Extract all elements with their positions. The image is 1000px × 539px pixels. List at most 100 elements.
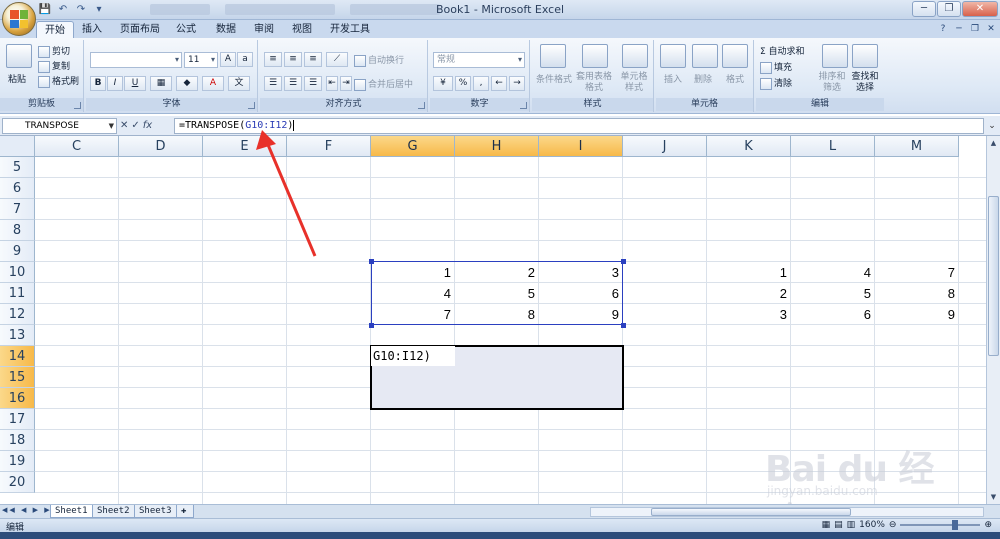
fill-color-icon[interactable]: ◆ (176, 76, 198, 91)
column-header-e[interactable]: E (203, 136, 287, 157)
row-header-11[interactable]: 11 (0, 283, 35, 304)
row-header-8[interactable]: 8 (0, 220, 35, 241)
formula-input[interactable]: =TRANSPOSE(G10:I12) (174, 118, 984, 134)
delete-cells-icon[interactable] (692, 44, 718, 68)
column-header-g[interactable]: G (371, 136, 455, 157)
ribbon-restore-icon[interactable]: ❐ (968, 22, 982, 36)
tab-data[interactable]: 数据 (208, 21, 244, 38)
row-header-5[interactable]: 5 (0, 157, 35, 178)
sort-filter-button[interactable]: 排序和筛选 (818, 72, 846, 94)
row-header-14[interactable]: 14 (0, 346, 35, 367)
grow-font-icon[interactable]: A (220, 52, 236, 67)
column-header-f[interactable]: F (287, 136, 371, 157)
dialog-launcher-icon[interactable] (520, 102, 527, 109)
column-header-k[interactable]: K (707, 136, 791, 157)
tab-formulas[interactable]: 公式 (168, 21, 204, 38)
underline-button[interactable]: U (124, 76, 146, 91)
scroll-down-icon[interactable]: ▼ (988, 491, 999, 503)
number-format-select[interactable]: 常规 (433, 52, 525, 68)
cell-k10[interactable]: 1 (707, 262, 791, 283)
cell-k12[interactable]: 3 (707, 304, 791, 325)
zoom-slider[interactable] (900, 520, 981, 530)
comma-button[interactable]: , (473, 76, 489, 91)
expand-formula-bar-icon[interactable]: ⌄ (986, 118, 998, 134)
copy-button[interactable]: 复制 (38, 59, 70, 73)
column-header-i[interactable]: I (539, 136, 623, 157)
italic-button[interactable]: I (107, 76, 123, 91)
tab-home[interactable]: 开始 (36, 21, 74, 38)
dialog-launcher-icon[interactable] (418, 102, 425, 109)
page-layout-view-icon[interactable]: ▤ (834, 520, 843, 530)
dialog-launcher-icon[interactable] (248, 102, 255, 109)
horizontal-scroll-thumb[interactable] (651, 508, 851, 516)
zoom-slider-knob[interactable] (952, 520, 959, 530)
row-header-20[interactable]: 20 (0, 472, 35, 493)
dialog-launcher-icon[interactable] (74, 102, 81, 109)
align-right-icon[interactable]: ☰ (304, 76, 322, 91)
merge-center-button[interactable]: 合并后居中 (354, 77, 413, 91)
cell-l11[interactable]: 5 (791, 283, 875, 304)
font-color-icon[interactable]: A (202, 76, 224, 91)
sheet-tab-1[interactable]: Sheet1 (50, 505, 93, 518)
conditional-format-icon[interactable] (540, 44, 566, 68)
column-header-l[interactable]: L (791, 136, 875, 157)
row-header-13[interactable]: 13 (0, 325, 35, 346)
conditional-format-button[interactable]: 条件格式 (536, 72, 572, 85)
border-icon[interactable]: ▦ (150, 76, 172, 91)
column-header-d[interactable]: D (119, 136, 203, 157)
cell-m12[interactable]: 9 (875, 304, 959, 325)
row-header-17[interactable]: 17 (0, 409, 35, 430)
tab-review[interactable]: 审阅 (246, 21, 282, 38)
insert-cells-button[interactable]: 插入 (664, 72, 682, 85)
horizontal-scrollbar[interactable] (590, 507, 984, 517)
page-break-view-icon[interactable]: ▥ (847, 520, 856, 530)
help-icon[interactable]: ? (936, 22, 950, 36)
office-button[interactable] (2, 2, 36, 36)
scroll-up-icon[interactable]: ▲ (988, 137, 999, 149)
shrink-font-icon[interactable]: a (237, 52, 253, 67)
column-header-c[interactable]: C (35, 136, 119, 157)
row-header-6[interactable]: 6 (0, 178, 35, 199)
clear-button[interactable]: 清除 (760, 76, 792, 90)
tab-page-layout[interactable]: 页面布局 (112, 21, 168, 38)
table-format-button[interactable]: 套用表格格式 (576, 72, 612, 94)
cell-styles-button[interactable]: 单元格样式 (618, 72, 650, 94)
reference-handle[interactable] (621, 259, 626, 264)
format-cells-button[interactable]: 格式 (726, 72, 744, 85)
ribbon-close-icon[interactable]: ✕ (984, 22, 998, 36)
font-size-select[interactable]: 11 (184, 52, 218, 68)
decrease-decimal-icon[interactable]: → (509, 76, 525, 91)
delete-cells-button[interactable]: 删除 (694, 72, 712, 85)
insert-sheet-icon[interactable]: ✚ (176, 505, 194, 518)
active-cell-editor[interactable]: G10:I12) (371, 346, 455, 366)
tab-developer[interactable]: 开发工具 (322, 21, 378, 38)
zoom-in-icon[interactable]: ⊕ (984, 520, 992, 530)
find-select-icon[interactable] (852, 44, 878, 68)
currency-icon[interactable]: ¥ (433, 76, 453, 91)
cell-l10[interactable]: 4 (791, 262, 875, 283)
orientation-icon[interactable]: ⟋ (326, 52, 348, 67)
reference-handle[interactable] (369, 323, 374, 328)
column-header-j[interactable]: J (623, 136, 707, 157)
row-header-10[interactable]: 10 (0, 262, 35, 283)
paste-icon[interactable] (6, 44, 32, 68)
align-left-icon[interactable]: ☰ (264, 76, 282, 91)
bold-button[interactable]: B (90, 76, 106, 91)
cut-button[interactable]: 剪切 (38, 44, 70, 58)
row-header-19[interactable]: 19 (0, 451, 35, 472)
fill-button[interactable]: 填充 (760, 60, 792, 74)
font-name-select[interactable] (90, 52, 182, 68)
cell-m10[interactable]: 7 (875, 262, 959, 283)
align-center-icon[interactable]: ☰ (284, 76, 302, 91)
decrease-indent-icon[interactable]: ⇤ (326, 76, 338, 91)
row-header-9[interactable]: 9 (0, 241, 35, 262)
row-header-12[interactable]: 12 (0, 304, 35, 325)
insert-cells-icon[interactable] (660, 44, 686, 68)
vertical-scroll-thumb[interactable] (988, 196, 999, 356)
column-header-h[interactable]: H (455, 136, 539, 157)
restore-button[interactable]: ❐ (937, 1, 961, 17)
sheet-tab-3[interactable]: Sheet3 (134, 505, 177, 518)
sheet-tab-2[interactable]: Sheet2 (92, 505, 135, 518)
ribbon-minimize-icon[interactable]: ─ (952, 22, 966, 36)
cell-m11[interactable]: 8 (875, 283, 959, 304)
